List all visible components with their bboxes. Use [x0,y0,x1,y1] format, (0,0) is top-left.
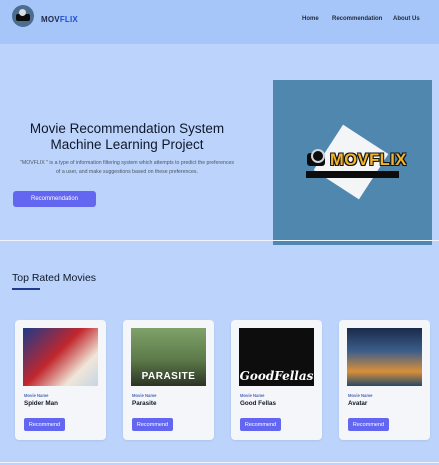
section-title: Top Rated Movies [12,272,97,284]
movie-name: Good Fellas [240,400,277,407]
nav-link-recommendation[interactable]: Recommendation [332,16,382,22]
section-title-underline [12,288,40,290]
movie-name-label: Movie Name [132,393,157,398]
movie-name: Spider Man [24,400,58,407]
movie-poster-good-fellas: GoodFellas [239,328,314,386]
recommend-button[interactable]: Recommend [24,418,65,431]
brand-name-flix: FLIX [59,15,78,24]
poster-title-parasite: PARASITE [141,371,196,382]
movie-name-label: Movie Name [240,393,265,398]
movie-poster-parasite: PARASITE [131,328,206,386]
movie-card-spider-man: Movie Name Spider Man Recommend [15,320,106,440]
brand-logo-camera-icon[interactable] [12,5,34,27]
movie-name-label: Movie Name [348,393,373,398]
navbar: MOVFLIX Home Recommendation About Us [0,0,439,44]
hero-description: "MOVFLIX " is a type of information filt… [20,160,234,175]
hero-title: Movie Recommendation System Machine Lear… [29,121,225,152]
movie-card-good-fellas: GoodFellas Movie Name Good Fellas Recomm… [231,320,322,440]
poster-title-goodfellas: GoodFellas [239,369,314,383]
movie-name-label: Movie Name [24,393,49,398]
nav-link-about-us[interactable]: About Us [393,16,420,22]
logo-bar [306,171,399,178]
movie-name: Parasite [132,400,157,407]
recommend-button[interactable]: Recommend [348,418,389,431]
footer-divider [0,462,439,463]
nav-link-home[interactable]: Home [302,16,319,22]
brand-name-mov: MOV [41,15,60,24]
recommend-button[interactable]: Recommend [240,418,281,431]
section-divider [0,240,439,241]
hero-logo-wordmark: MOVFLIX [330,151,407,169]
hero-logo-image: MOVFLIX [273,80,432,245]
recommend-button[interactable]: Recommend [132,418,173,431]
movie-name: Avatar [348,400,368,407]
camera-lens-icon [311,149,325,163]
movie-card-avatar: Movie Name Avatar Recommend [339,320,430,440]
recommendation-button[interactable]: Recommendation [13,191,96,207]
movie-card-parasite: PARASITE Movie Name Parasite Recommend [123,320,214,440]
brand-name[interactable]: MOVFLIX [41,15,78,24]
movie-poster-avatar [347,328,422,386]
movie-poster-spider-man [23,328,98,386]
